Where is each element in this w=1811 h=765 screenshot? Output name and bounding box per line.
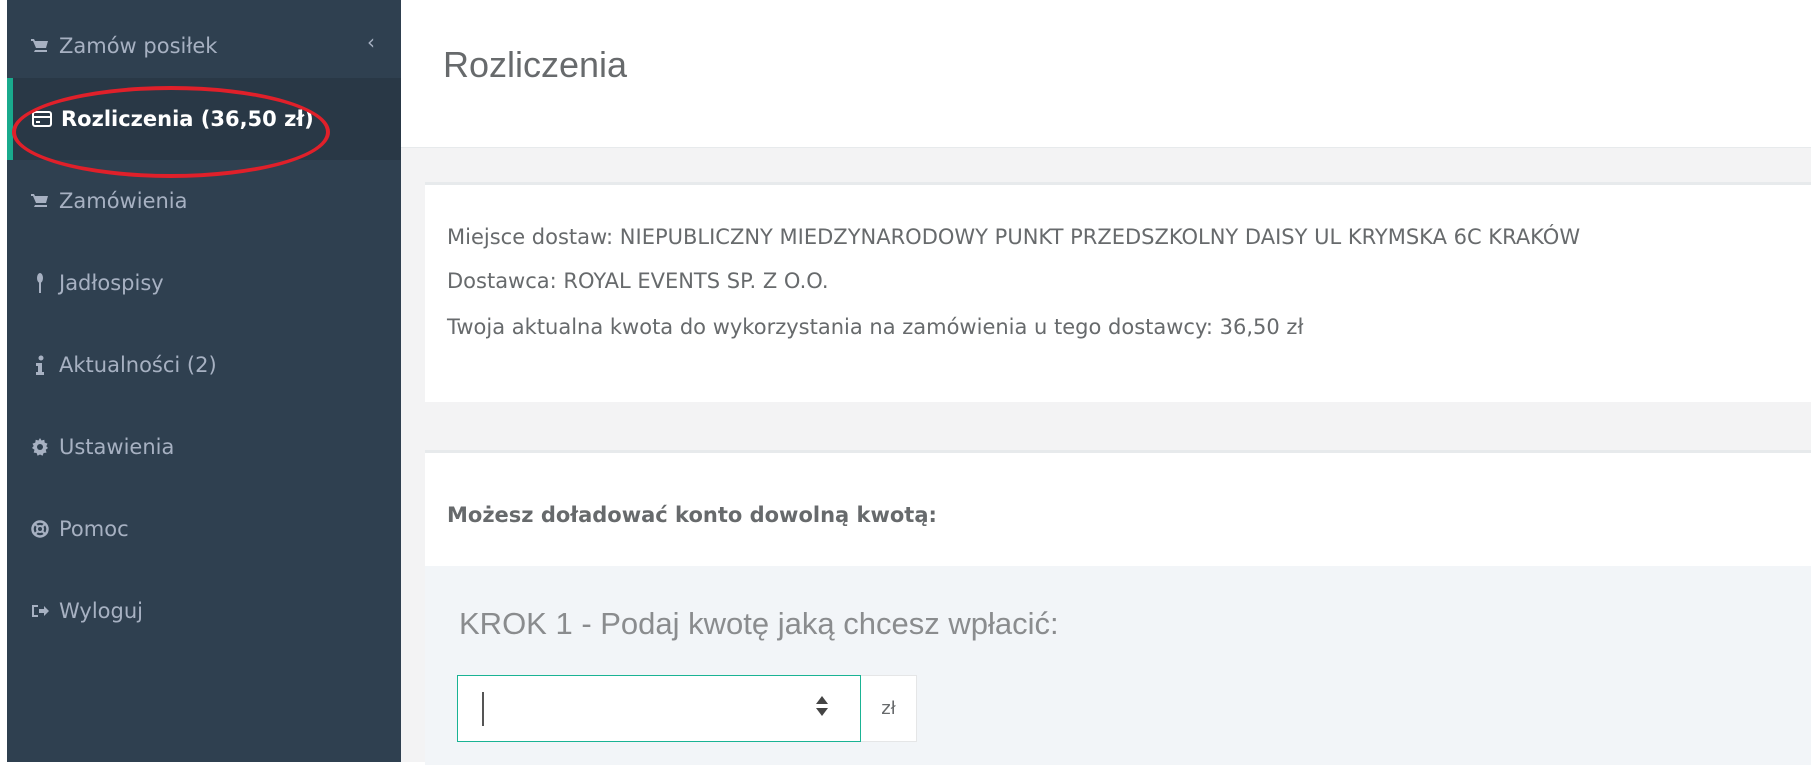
page-header: Rozliczenia — [401, 0, 1811, 148]
topup-panel: Możesz doładować konto dowolną kwotą: KR… — [425, 450, 1811, 765]
cart-icon — [29, 193, 51, 209]
sidebar-item-label: Pomoc — [59, 517, 129, 541]
sidebar-item-label: Ustawienia — [59, 435, 175, 459]
sidebar-item-menus[interactable]: Jadłospisy — [7, 242, 401, 324]
sidebar-item-help[interactable]: Pomoc — [7, 488, 401, 570]
collapse-arrow-icon[interactable]: ‹ — [367, 30, 375, 54]
spin-down-icon[interactable] — [816, 708, 828, 716]
sidebar-item-label: Aktualności (2) — [59, 353, 217, 377]
gear-icon — [29, 438, 51, 456]
sidebar-item-logout[interactable]: Wyloguj — [7, 570, 401, 652]
sidebar-item-orders[interactable]: Zamówienia — [7, 160, 401, 242]
cart-icon — [29, 38, 51, 54]
page-title: Rozliczenia — [443, 44, 628, 85]
sidebar-item-label: Rozliczenia (36,50 zł) — [61, 107, 314, 131]
cutlery-icon — [29, 273, 51, 293]
left-edge — [0, 0, 7, 762]
life-ring-icon — [29, 520, 51, 538]
spin-up-icon[interactable] — [816, 696, 828, 704]
sidebar-item-label: Zamów posiłek — [59, 34, 218, 58]
currency-addon: zł — [861, 675, 917, 742]
sidebar-item-label: Zamówienia — [59, 189, 188, 213]
sidebar: Zamów posiłek ‹ Rozliczenia (36,50 zł) Z… — [7, 0, 401, 762]
topup-title: Możesz doładować konto dowolną kwotą: — [447, 503, 937, 527]
sidebar-item-label: Wyloguj — [59, 599, 143, 623]
amount-input[interactable] — [457, 675, 861, 742]
sidebar-item-settings[interactable]: Ustawienia — [7, 406, 401, 488]
info-icon — [29, 355, 51, 375]
step1-area: KROK 1 - Podaj kwotę jaką chcesz wpłacić… — [425, 566, 1811, 765]
sidebar-item-news[interactable]: Aktualności (2) — [7, 324, 401, 406]
number-spinner[interactable] — [816, 694, 828, 718]
main-content: Rozliczenia Miejsce dostaw: NIEPUBLICZNY… — [401, 0, 1811, 765]
credit-card-icon — [31, 111, 53, 127]
sign-out-icon — [29, 603, 51, 619]
sidebar-item-settlements[interactable]: Rozliczenia (36,50 zł) — [7, 78, 401, 160]
delivery-info-panel: Miejsce dostaw: NIEPUBLICZNY MIEDZYNAROD… — [425, 182, 1811, 402]
sidebar-item-label: Jadłospisy — [59, 271, 164, 295]
step1-label: KROK 1 - Podaj kwotę jaką chcesz wpłacić… — [459, 606, 1059, 641]
supplier: Dostawca: ROYAL EVENTS SP. Z O.O. — [447, 269, 829, 293]
delivery-place: Miejsce dostaw: NIEPUBLICZNY MIEDZYNAROD… — [447, 225, 1581, 249]
balance: Twoja aktualna kwota do wykorzystania na… — [447, 315, 1304, 339]
text-cursor — [482, 692, 484, 726]
